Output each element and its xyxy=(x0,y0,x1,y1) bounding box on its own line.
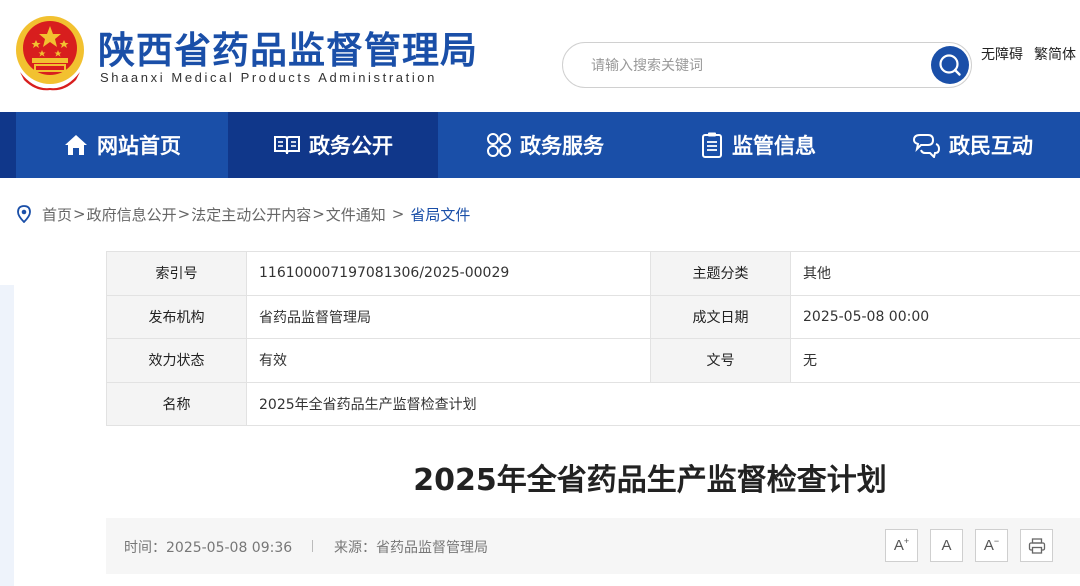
name-value: 2025年全省药品生产监督检查计划 xyxy=(247,382,1080,425)
minus-icon: − xyxy=(993,535,1000,546)
national-emblem-icon xyxy=(16,16,84,91)
location-pin-icon xyxy=(17,205,31,223)
open-book-icon xyxy=(274,136,300,155)
docno-value: 无 xyxy=(791,339,1080,382)
accessibility-link[interactable]: 无障碍 xyxy=(981,44,1023,64)
nav-item-government-services[interactable]: 政务服务 xyxy=(438,112,652,178)
traditional-simplified-link[interactable]: 繁简体 xyxy=(1034,44,1076,64)
status-label: 效力状态 xyxy=(107,339,247,382)
article-title: 2025年全省药品生产监督检查计划 xyxy=(413,463,887,498)
meta-row: 名称 2025年全省药品生产监督检查计划 xyxy=(107,382,1080,426)
issuer-label: 发布机构 xyxy=(107,295,247,338)
nav-item-home[interactable]: 网站首页 xyxy=(16,112,228,178)
side-decoration xyxy=(0,285,14,586)
font-default-glyph: A xyxy=(941,537,952,554)
font-increase-button[interactable]: A + xyxy=(885,529,918,562)
date-value: 2025-05-08 00:00 xyxy=(791,295,1080,338)
breadcrumb: 首页 > 政府信息公开 > 法定主动公开内容 > 文件通知 > 省局文件 xyxy=(16,203,470,225)
search-box xyxy=(562,42,972,88)
nav-item-government-affairs[interactable]: 政务公开 xyxy=(228,112,438,178)
breadcrumb-separator: > xyxy=(73,205,86,223)
nav-item-label: 监管信息 xyxy=(732,134,816,158)
nav-accent xyxy=(0,112,16,178)
name-label: 名称 xyxy=(107,382,247,425)
nav-item-label: 政务服务 xyxy=(520,134,604,158)
site-name-cn: 陕西省药品监督管理局 xyxy=(98,29,478,72)
main-nav: 网站首页 政务公开 政务服务 监管信息 政民互动 xyxy=(0,112,1080,178)
search-icon xyxy=(939,54,961,76)
font-increase-glyph: A xyxy=(893,537,904,554)
interaction-icon xyxy=(912,134,941,158)
meta-row: 索引号 116100007197081306/2025-00029 主题分类 其… xyxy=(107,252,1080,296)
document-meta-table: 索引号 116100007197081306/2025-00029 主题分类 其… xyxy=(106,251,1080,426)
clipboard-icon xyxy=(702,132,722,158)
nav-item-label: 政民互动 xyxy=(949,134,1033,158)
nav-item-label: 网站首页 xyxy=(97,134,181,158)
font-default-button[interactable]: A xyxy=(930,529,963,562)
plus-icon: + xyxy=(903,535,910,546)
services-icon xyxy=(487,133,511,157)
breadcrumb-current[interactable]: 省局文件 xyxy=(410,204,470,225)
printer-icon xyxy=(1028,537,1045,554)
breadcrumb-separator: > xyxy=(391,205,405,223)
breadcrumb-gov-info[interactable]: 政府信息公开 xyxy=(87,204,177,225)
article-info-bar: 时间：2025-05-08 09:36 来源：省药品监督管理局 A + A A − xyxy=(106,518,1080,574)
index-label: 索引号 xyxy=(107,252,247,295)
issuer-value: 省药品监督管理局 xyxy=(247,295,651,338)
breadcrumb-separator: > xyxy=(177,205,191,223)
meta-row: 效力状态 有效 文号 无 xyxy=(107,339,1080,383)
nav-item-regulatory-info[interactable]: 监管信息 xyxy=(652,112,864,178)
breadcrumb-home[interactable]: 首页 xyxy=(42,204,72,225)
font-decrease-button[interactable]: A − xyxy=(975,529,1008,562)
site-header: 陕西省药品监督管理局 Shaanxi Medical Products Admi… xyxy=(0,0,1080,112)
search-button[interactable] xyxy=(931,46,969,84)
nav-item-public-interaction[interactable]: 政民互动 xyxy=(864,112,1080,178)
index-value: 116100007197081306/2025-00029 xyxy=(247,252,651,295)
status-value: 有效 xyxy=(247,339,651,382)
nav-item-label: 政务公开 xyxy=(309,134,393,158)
topic-label: 主题分类 xyxy=(651,252,791,295)
article-source: 来源：省药品监督管理局 xyxy=(334,540,488,556)
breadcrumb-notices[interactable]: 文件通知 xyxy=(326,204,386,225)
date-label: 成文日期 xyxy=(651,295,791,338)
print-button[interactable] xyxy=(1020,529,1053,562)
breadcrumb-separator: > xyxy=(312,205,325,223)
info-divider xyxy=(312,540,313,552)
docno-label: 文号 xyxy=(651,339,791,382)
font-decrease-glyph: A xyxy=(983,537,994,554)
breadcrumb-statutory[interactable]: 法定主动公开内容 xyxy=(191,204,311,225)
site-name-en: Shaanxi Medical Products Administration xyxy=(100,70,437,85)
search-input[interactable] xyxy=(591,55,911,77)
meta-row: 发布机构 省药品监督管理局 成文日期 2025-05-08 00:00 xyxy=(107,295,1080,339)
home-icon xyxy=(65,135,87,155)
topic-value: 其他 xyxy=(791,252,1080,295)
publish-time: 时间：2025-05-08 09:36 xyxy=(124,540,293,556)
